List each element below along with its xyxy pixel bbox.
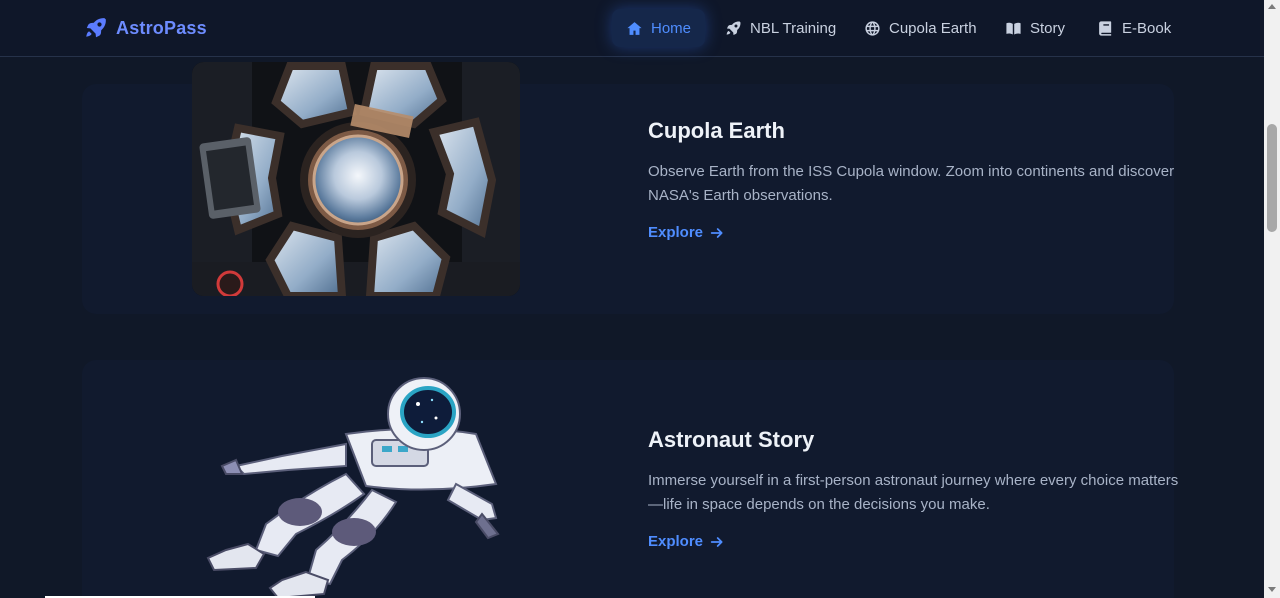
- book-icon: [1099, 20, 1112, 36]
- feature-description-cupola-earth: Observe Earth from the ISS Cupola window…: [648, 163, 1175, 204]
- scroll-down-arrow-icon[interactable]: [1268, 587, 1276, 592]
- nav-cupola-earth-label: Cupola Earth: [889, 19, 977, 37]
- feature-title-astronaut-story: Astronaut Story: [648, 427, 815, 452]
- home-icon: [627, 21, 642, 35]
- floating-astronaut-image: [196, 374, 516, 598]
- nav-home[interactable]: Home: [612, 9, 706, 47]
- nav-nbl-training[interactable]: NBL Training: [711, 9, 850, 47]
- nav-ebook-label: E-Book: [1122, 19, 1172, 37]
- rocket-icon: [86, 18, 106, 38]
- nav-home-label: Home: [651, 19, 692, 37]
- explore-label: Explore: [648, 224, 704, 241]
- arrow-right-icon: [710, 536, 723, 547]
- book-open-icon: [1006, 22, 1021, 34]
- arrow-right-icon: [710, 227, 723, 238]
- brand-name: AstroPass: [116, 17, 207, 38]
- nav-story-label: Story: [1030, 19, 1066, 37]
- globe-icon: [865, 20, 880, 36]
- nav-cupola-earth[interactable]: Cupola Earth: [850, 9, 991, 47]
- vertical-scrollbar[interactable]: [1264, 0, 1280, 598]
- feature-title-cupola-earth: Cupola Earth: [648, 118, 785, 143]
- iss-cupola-window-image: [192, 62, 520, 296]
- explore-link-cupola-earth[interactable]: Explore: [648, 224, 725, 241]
- nav-ebook[interactable]: E-Book: [1083, 9, 1185, 47]
- page: AstroPass Home NBL Training Cupola Earth…: [0, 0, 1280, 598]
- top-navigation: AstroPass Home NBL Training Cupola Earth…: [0, 0, 1264, 57]
- explore-link-astronaut-story[interactable]: Explore: [648, 533, 725, 550]
- feature-description-astronaut-story: Immerse yourself in a first-person astro…: [648, 472, 1179, 513]
- brand-logo[interactable]: AstroPass: [84, 14, 207, 42]
- scroll-up-arrow-icon[interactable]: [1268, 4, 1276, 9]
- explore-label: Explore: [648, 533, 704, 550]
- rocket-icon: [726, 21, 741, 35]
- scroll-thumb[interactable]: [1267, 124, 1277, 232]
- nav-nbl-training-label: NBL Training: [750, 19, 837, 37]
- nav-story[interactable]: Story: [991, 9, 1079, 47]
